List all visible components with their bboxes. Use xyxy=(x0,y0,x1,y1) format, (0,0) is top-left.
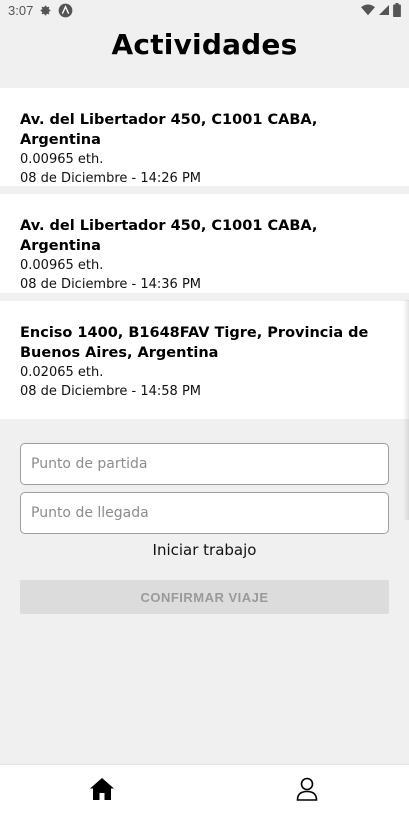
activity-amount: 0.00965 eth. xyxy=(20,258,104,273)
end-point-input[interactable] xyxy=(20,492,389,534)
activity-address: Enciso 1400, B1648FAV Tigre, Provincia d… xyxy=(20,325,369,361)
nav-profile[interactable] xyxy=(277,765,337,813)
status-right xyxy=(361,3,401,17)
activity-address: Av. del Libertador 450, C1001 CABA, Arge… xyxy=(20,112,318,148)
start-point-input[interactable] xyxy=(20,443,389,485)
app-logo-icon xyxy=(58,3,73,17)
bottom-nav xyxy=(0,764,409,813)
activity-card[interactable]: Av. del Libertador 450, C1001 CABA, Arge… xyxy=(0,194,409,293)
edge-shadow xyxy=(403,300,409,520)
activity-amount: 0.02065 eth. xyxy=(20,365,104,380)
page-title: Actividades xyxy=(111,28,298,61)
battery-icon xyxy=(393,3,401,17)
activity-date: 08 de Diciembre - 14:58 PM xyxy=(20,384,202,399)
status-left: 3:07 xyxy=(8,3,73,18)
start-work-link[interactable]: Iniciar trabajo xyxy=(0,541,409,559)
activity-date: 08 de Diciembre - 14:26 PM xyxy=(20,171,202,186)
signal-icon xyxy=(379,5,389,15)
wifi-icon xyxy=(361,4,375,16)
status-time: 3:07 xyxy=(8,2,34,18)
activity-card[interactable]: Enciso 1400, B1648FAV Tigre, Provincia d… xyxy=(0,301,409,419)
activity-address: Av. del Libertador 450, C1001 CABA, Arge… xyxy=(20,218,318,254)
confirm-trip-button[interactable]: CONFIRMAR VIAJE xyxy=(20,580,389,614)
home-icon xyxy=(90,778,115,800)
user-icon xyxy=(296,777,318,801)
settings-gear-icon xyxy=(40,5,51,15)
nav-home[interactable] xyxy=(72,765,132,813)
activity-date: 08 de Diciembre - 14:36 PM xyxy=(20,277,202,292)
status-bar: 3:07 xyxy=(0,0,409,20)
activity-amount: 0.00965 eth. xyxy=(20,152,104,167)
activity-card[interactable]: Av. del Libertador 450, C1001 CABA, Arge… xyxy=(0,88,409,186)
